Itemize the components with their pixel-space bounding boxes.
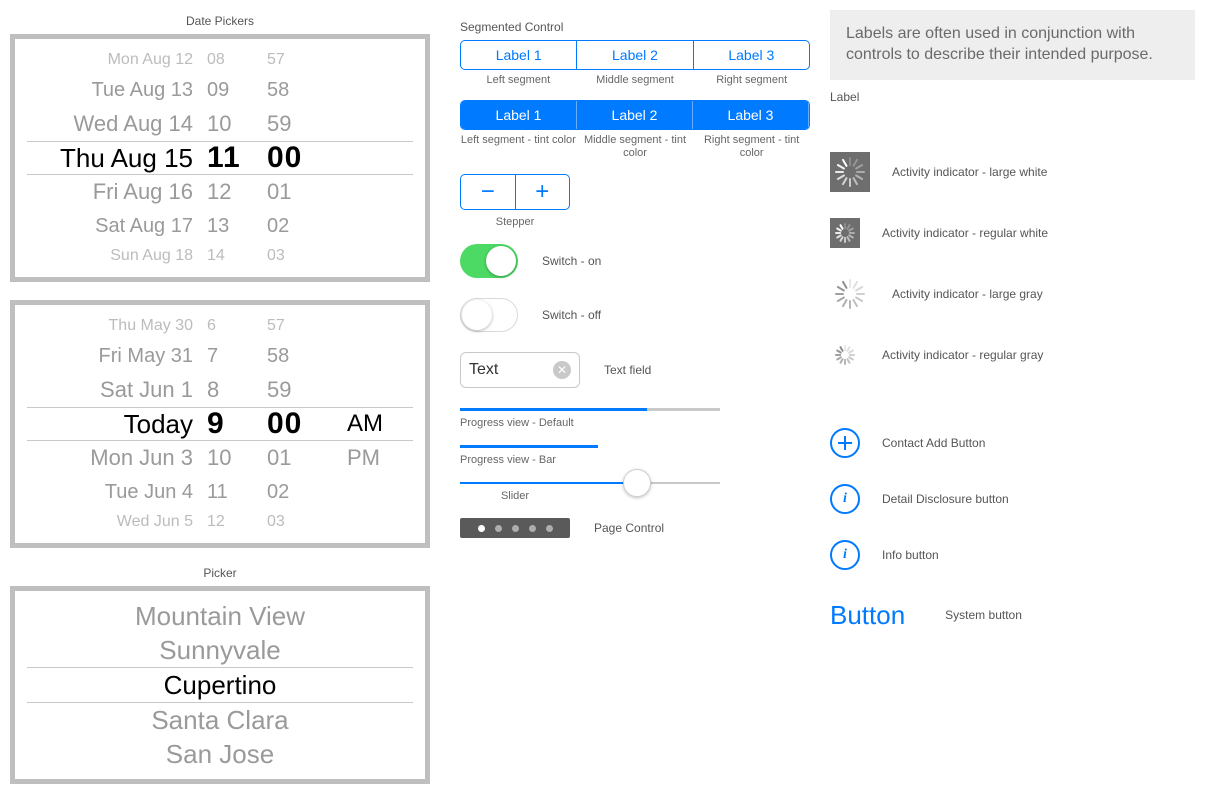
text-field[interactable]: Text ✕ [460,352,580,388]
slider-caption: Slider [460,490,570,502]
segment-left[interactable]: Label 1 [461,41,577,69]
single-picker[interactable]: Mountain ViewSunnyvaleCupertinoSanta Cla… [10,586,430,784]
plus-icon [837,435,853,451]
picker-row[interactable]: Thu Aug 151100 [27,141,413,175]
info-button-caption: Info button [882,548,939,562]
picker-row[interactable]: Mon Jun 31001PM [27,441,413,475]
picker-option[interactable]: San Jose [27,737,413,771]
activity-regular-white-caption: Activity indicator - regular white [882,226,1048,240]
picker-option[interactable]: Cupertino [27,667,413,703]
segment-captions-tint: Left segment - tint color Middle segment… [460,134,810,160]
page-dot[interactable] [478,525,485,532]
left-segment-caption: Left segment [460,74,577,86]
right-segment-caption: Right segment [693,74,810,86]
stepper[interactable]: − + [460,174,570,210]
switch-off-caption: Switch - off [542,308,601,322]
picker-option[interactable]: Sunnyvale [27,633,413,667]
info-icon: i [843,491,847,507]
switch-on-caption: Switch - on [542,254,601,268]
picker-row[interactable]: Mon Aug 120857 [27,47,413,73]
page-control-caption: Page Control [594,521,664,535]
switch-off[interactable] [460,298,518,332]
segmented-control-title: Segmented Control [460,20,810,34]
picker-row[interactable]: Sun Aug 181403 [27,243,413,269]
segment-left-tint[interactable]: Label 1 [461,101,577,129]
progress-default-caption: Progress view - Default [460,417,810,429]
picker-row[interactable]: Tue Jun 41102 [27,475,413,509]
info-button[interactable]: i [830,540,860,570]
activity-indicator-large-white-icon [830,152,870,192]
system-button[interactable]: Button [830,600,905,631]
picker-row[interactable]: Thu May 30657 [27,313,413,339]
activity-indicator-regular-white-icon [830,218,860,248]
text-field-caption: Text field [604,363,651,377]
stepper-plus-button[interactable]: + [516,175,570,209]
middle-segment-tint-caption: Middle segment - tint color [577,134,694,160]
picker-row[interactable]: Fri Aug 161201 [27,175,413,209]
activity-large-gray-caption: Activity indicator - large gray [892,287,1043,301]
segment-middle[interactable]: Label 2 [577,41,693,69]
contact-add-caption: Contact Add Button [882,436,985,450]
progress-view-default [460,408,720,411]
middle-segment-caption: Middle segment [577,74,694,86]
picker-row[interactable]: Wed Jun 51203 [27,509,413,535]
page-dot[interactable] [546,525,553,532]
page-dot[interactable] [495,525,502,532]
activity-indicator-large-gray-icon [830,274,870,314]
picker-row[interactable]: Sat Aug 171302 [27,209,413,243]
date-pickers-title: Date Pickers [10,14,430,28]
label-example: Labels are often used in conjunction wit… [830,10,1195,80]
picker-option[interactable]: Santa Clara [27,703,413,737]
segmented-control-tinted[interactable]: Label 1 Label 2 Label 3 [460,100,810,130]
segment-right[interactable]: Label 3 [694,41,809,69]
stepper-minus-button[interactable]: − [461,175,516,209]
activity-regular-gray-caption: Activity indicator - regular gray [882,348,1043,362]
label-heading: Label [830,90,1195,104]
picker-row[interactable]: Wed Aug 141059 [27,107,413,141]
slider[interactable] [460,482,720,484]
left-segment-tint-caption: Left segment - tint color [460,134,577,160]
picker-row[interactable]: Sat Jun 1859 [27,373,413,407]
detail-disclosure-caption: Detail Disclosure button [882,492,1009,506]
page-dot[interactable] [529,525,536,532]
picker-title: Picker [10,566,430,580]
activity-indicator-regular-gray-icon [830,340,860,370]
picker-option[interactable]: Mountain View [27,599,413,633]
activity-large-white-caption: Activity indicator - large white [892,165,1047,179]
picker-row[interactable]: Today900AM [27,407,413,441]
progress-view-bar [460,445,720,448]
page-control[interactable] [460,518,570,538]
segment-middle-tint[interactable]: Label 2 [577,101,693,129]
clear-icon[interactable]: ✕ [553,361,571,379]
contact-add-button[interactable] [830,428,860,458]
system-button-caption: System button [945,608,1022,622]
segment-captions: Left segment Middle segment Right segmen… [460,74,810,86]
page-dot[interactable] [512,525,519,532]
text-field-value: Text [469,361,553,379]
segmented-control-default[interactable]: Label 1 Label 2 Label 3 [460,40,810,70]
slider-knob[interactable] [623,469,651,497]
progress-bar-caption: Progress view - Bar [460,454,810,466]
stepper-caption: Stepper [460,216,570,228]
info-icon: i [843,547,847,563]
right-segment-tint-caption: Right segment - tint color [693,134,810,160]
date-picker-2[interactable]: Thu May 30657Fri May 31758Sat Jun 1859To… [10,300,430,548]
picker-row[interactable]: Tue Aug 130958 [27,73,413,107]
date-picker-1[interactable]: Mon Aug 120857Tue Aug 130958Wed Aug 1410… [10,34,430,282]
switch-on[interactable] [460,244,518,278]
picker-row[interactable]: Fri May 31758 [27,339,413,373]
segment-right-tint[interactable]: Label 3 [693,101,809,129]
detail-disclosure-button[interactable]: i [830,484,860,514]
